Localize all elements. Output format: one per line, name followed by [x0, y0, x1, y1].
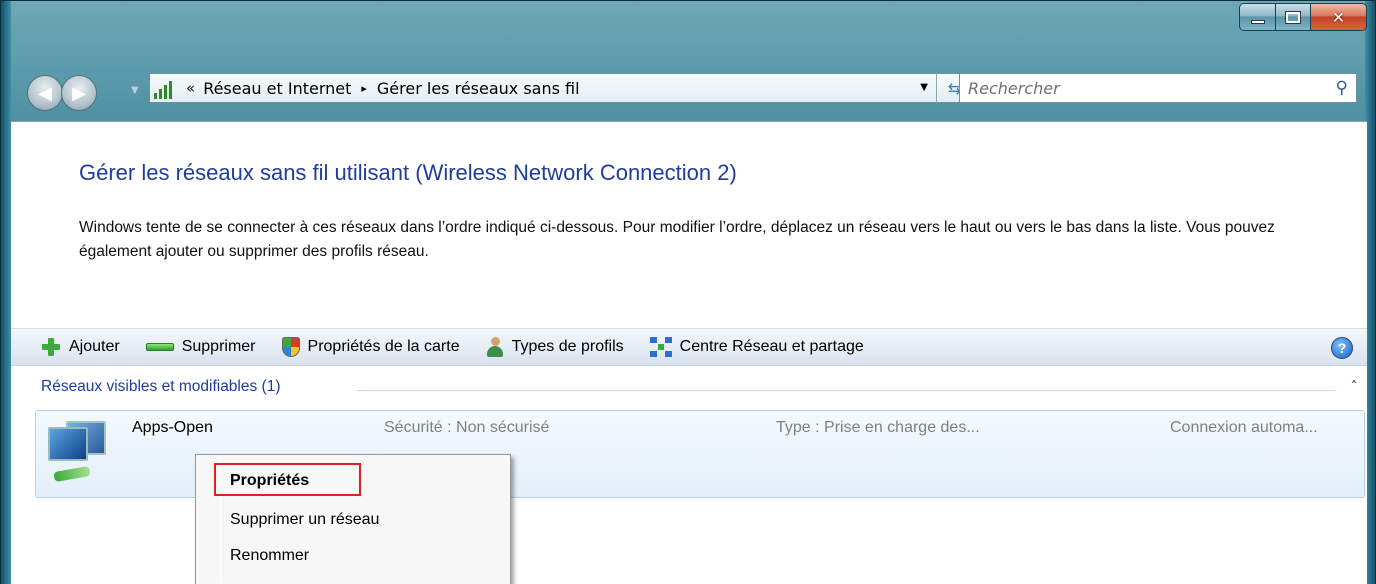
network-center-button[interactable]: Centre Réseau et partage	[649, 337, 864, 357]
minimize-icon	[1250, 20, 1265, 24]
network-signal-icon	[154, 77, 178, 99]
back-arrow-icon: ◀	[38, 82, 52, 104]
breadcrumb-item-wireless[interactable]: Gérer les réseaux sans fil	[377, 79, 580, 98]
breadcrumb-item-network[interactable]: Réseau et Internet	[203, 79, 351, 98]
add-label: Ajouter	[69, 338, 120, 355]
caption-buttons: ✕	[1239, 3, 1367, 31]
breadcrumb-overflow[interactable]: «	[186, 79, 195, 97]
adapter-properties-label: Propriétés de la carte	[307, 338, 460, 355]
remove-icon	[145, 343, 174, 351]
network-center-label: Centre Réseau et partage	[679, 338, 864, 355]
search-icon[interactable]: ⚲	[1336, 78, 1348, 98]
context-menu: Propriétés Supprimer un réseau Renommer	[195, 454, 511, 584]
adapter-properties-button[interactable]: Propriétés de la carte	[281, 337, 460, 357]
user-icon	[486, 337, 504, 357]
menu-item-properties[interactable]: Propriétés	[230, 472, 309, 490]
minimize-button[interactable]	[1239, 3, 1276, 31]
network-icon	[649, 337, 672, 357]
network-security: Sécurité : Non sécurisé	[384, 419, 550, 436]
network-connection-mode: Connexion automa...	[1170, 419, 1318, 436]
forward-arrow-icon: ▶	[72, 82, 86, 104]
remove-button[interactable]: Supprimer	[145, 338, 256, 356]
close-icon: ✕	[1331, 7, 1346, 27]
group-header[interactable]: Réseaux visibles et modifiables (1)	[41, 378, 281, 396]
recent-pages-dropdown[interactable]: ▼	[131, 85, 139, 96]
close-button[interactable]: ✕	[1311, 3, 1367, 31]
remove-label: Supprimer	[181, 338, 256, 355]
menu-item-delete-network[interactable]: Supprimer un réseau	[230, 511, 379, 529]
menu-item-rename[interactable]: Renommer	[230, 547, 309, 565]
navigation-bar: ◀ ▶ ▼ « Réseau et Internet ▸ Gérer les r…	[27, 65, 1357, 115]
window: ✕ ◀ ▶ ▼ « Réseau et Internet ▸ Gérer les…	[0, 0, 1376, 584]
profile-types-button[interactable]: Types de profils	[486, 337, 624, 357]
maximize-button[interactable]	[1276, 3, 1311, 31]
help-icon[interactable]: ?	[1331, 337, 1353, 359]
window-frame-left	[1, 1, 11, 584]
forward-button[interactable]: ▶	[61, 75, 97, 111]
search-input[interactable]: Rechercher	[968, 79, 1060, 98]
page-title: Gérer les réseaux sans fil utilisant (Wi…	[79, 160, 737, 185]
add-icon	[41, 337, 61, 357]
address-bar[interactable]: « Réseau et Internet ▸ Gérer les réseaux…	[149, 73, 973, 103]
search-box[interactable]: Rechercher ⚲	[959, 73, 1357, 103]
profile-types-label: Types de profils	[511, 338, 624, 355]
group-divider	[357, 390, 1335, 391]
page-description: Windows tente de se connecter à ces rése…	[79, 219, 1275, 260]
add-button[interactable]: Ajouter	[41, 337, 120, 357]
address-dropdown-icon[interactable]: ▼	[920, 82, 928, 93]
collapse-icon[interactable]: ˄	[1351, 379, 1357, 393]
breadcrumb-separator[interactable]: ▸	[361, 82, 367, 95]
maximize-icon	[1285, 10, 1301, 24]
command-toolbar: Ajouter Supprimer Propriétés de la carte…	[11, 328, 1367, 366]
network-type: Type : Prise en charge des...	[776, 419, 980, 436]
shield-icon	[281, 337, 300, 357]
network-name: Apps-Open	[132, 419, 213, 436]
wireless-network-icon	[48, 421, 108, 487]
back-button[interactable]: ◀	[27, 75, 63, 111]
